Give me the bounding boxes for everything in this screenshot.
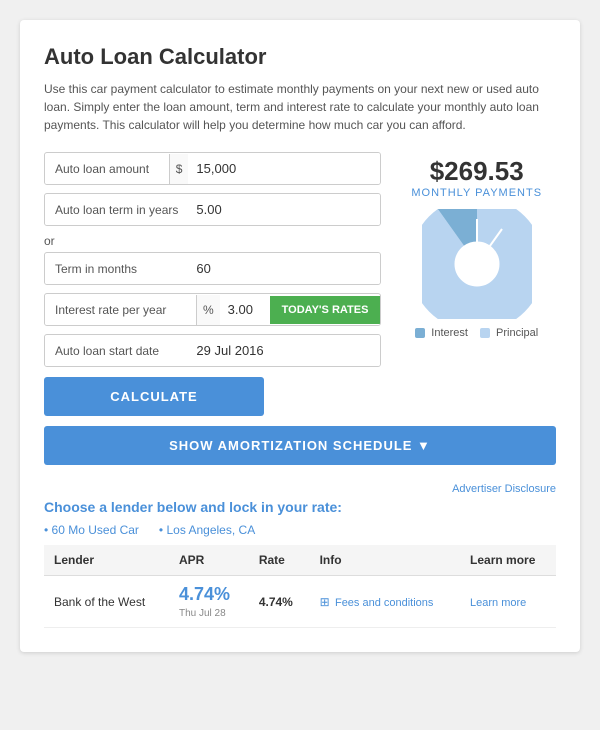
term-years-input[interactable] xyxy=(188,194,380,225)
principal-legend: Principal xyxy=(480,327,538,339)
lender-section: Advertiser Disclosure Choose a lender be… xyxy=(44,483,556,628)
monthly-amount: $269.53 xyxy=(397,156,556,187)
filter-item-1[interactable]: Los Angeles, CA xyxy=(159,523,255,537)
percent-symbol: % xyxy=(196,295,220,325)
term-years-row: Auto loan term in years xyxy=(44,193,381,226)
pie-legend: Interest Principal xyxy=(397,327,556,339)
term-years-label: Auto loan term in years xyxy=(45,195,188,225)
principal-dot xyxy=(480,328,490,338)
interest-rate-label: Interest rate per year xyxy=(45,295,196,325)
loan-amount-input[interactable] xyxy=(188,153,380,184)
interest-rate-input[interactable] xyxy=(220,294,270,325)
loan-amount-row: Auto loan amount $ xyxy=(44,152,381,185)
or-label: or xyxy=(44,234,381,248)
amortization-button[interactable]: SHOW AMORTIZATION SCHEDULE ▼ xyxy=(44,426,556,465)
col-rate: Rate xyxy=(249,545,310,576)
col-apr: APR xyxy=(169,545,249,576)
lender-name: Bank of the West xyxy=(44,576,169,628)
col-lender: Lender xyxy=(44,545,169,576)
term-months-row: Term in months xyxy=(44,252,381,285)
lender-learn-more: Learn more xyxy=(460,576,556,628)
pie-chart xyxy=(422,209,532,319)
calculator-card: Auto Loan Calculator Use this car paymen… xyxy=(20,20,580,652)
fees-conditions-link[interactable]: Fees and conditions xyxy=(335,597,433,609)
start-date-input[interactable] xyxy=(188,335,380,366)
interest-rate-row: Interest rate per year % TODAY'S RATES xyxy=(44,293,381,326)
lender-heading: Choose a lender below and lock in your r… xyxy=(44,499,556,515)
loan-amount-label: Auto loan amount xyxy=(45,154,169,184)
advertiser-disclosure-link[interactable]: Advertiser Disclosure xyxy=(452,483,556,495)
learn-more-link[interactable]: Learn more xyxy=(470,597,526,609)
lender-rate: 4.74% xyxy=(249,576,310,628)
lender-info: ⊞ Fees and conditions xyxy=(310,576,460,628)
start-date-label: Auto loan start date xyxy=(45,336,188,366)
filter-item-0[interactable]: 60 Mo Used Car xyxy=(44,523,139,537)
today-rates-button[interactable]: TODAY'S RATES xyxy=(270,296,381,324)
table-row: Bank of the West 4.74% Thu Jul 28 4.74% … xyxy=(44,576,556,628)
term-months-input[interactable] xyxy=(188,253,380,284)
lender-filters: 60 Mo Used Car Los Angeles, CA xyxy=(44,523,556,537)
lender-apr: 4.74% Thu Jul 28 xyxy=(169,576,249,628)
advertiser-row: Advertiser Disclosure xyxy=(44,483,556,495)
page-title: Auto Loan Calculator xyxy=(44,44,556,70)
info-icon: ⊞ xyxy=(320,595,330,609)
col-learn-more: Learn more xyxy=(460,545,556,576)
term-months-label: Term in months xyxy=(45,254,188,284)
calculate-button[interactable]: CALCULATE xyxy=(44,377,264,416)
result-panel: $269.53 MONTHLY PAYMENTS xyxy=(397,152,556,416)
form-section: Auto loan amount $ Auto loan term in yea… xyxy=(44,152,381,416)
lender-table: Lender APR Rate Info Learn more Bank of … xyxy=(44,545,556,628)
col-info: Info xyxy=(310,545,460,576)
currency-symbol: $ xyxy=(169,154,189,184)
interest-legend: Interest xyxy=(415,327,468,339)
table-header-row: Lender APR Rate Info Learn more xyxy=(44,545,556,576)
interest-dot xyxy=(415,328,425,338)
description-text: Use this car payment calculator to estim… xyxy=(44,80,556,134)
monthly-label: MONTHLY PAYMENTS xyxy=(397,187,556,199)
start-date-row: Auto loan start date xyxy=(44,334,381,367)
main-content: Auto loan amount $ Auto loan term in yea… xyxy=(44,152,556,416)
